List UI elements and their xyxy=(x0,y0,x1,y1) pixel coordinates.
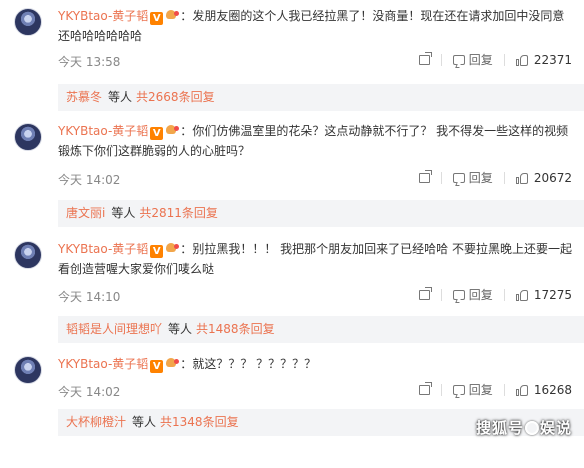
separator: ： xyxy=(180,242,193,256)
reply-preview[interactable]: 苏慕冬 等人 共2668条回复 xyxy=(58,84,584,111)
comment-text-line2: 看创造营喔大家爱你们唛么哒 xyxy=(58,262,215,276)
verified-badge-icon: V xyxy=(150,360,164,373)
divider xyxy=(503,383,505,396)
comment-icon[interactable] xyxy=(452,54,465,65)
reply-total-link[interactable]: 共1488条回复 xyxy=(196,322,275,336)
comment-text-line1: 你们仿佛温室里的花朵？这点动静就不行了？ 我不得发一些这样的视频 xyxy=(192,124,569,138)
reply-user[interactable]: 唐文丽i xyxy=(66,206,105,220)
comment-icon[interactable] xyxy=(452,172,465,183)
avatar[interactable] xyxy=(14,123,42,151)
watermark-text: 说 xyxy=(555,419,572,437)
reply-etc: 等人 xyxy=(168,322,193,336)
watermark-text: 搜狐号 xyxy=(475,419,524,437)
divider xyxy=(440,383,442,396)
comment-actions: 回复 16268 xyxy=(418,381,572,398)
comment-text-line1: 就这？？？ ？？？？？ xyxy=(192,357,317,371)
comment-text-line2: 锻炼下你们这群脆弱的人的心脏吗？ xyxy=(58,144,251,158)
separator: ： xyxy=(180,357,193,371)
like-count: 20672 xyxy=(533,170,572,185)
reply-button[interactable]: 回复 xyxy=(469,286,493,303)
share-icon[interactable] xyxy=(418,169,432,183)
like-count: 22371 xyxy=(533,52,572,67)
like-count: 17275 xyxy=(533,287,572,302)
avatar[interactable] xyxy=(14,8,42,36)
thumbs-up-icon[interactable] xyxy=(515,54,528,66)
divider xyxy=(440,288,442,301)
share-icon[interactable] xyxy=(418,381,432,395)
thumbs-up-icon[interactable] xyxy=(515,172,528,184)
verified-badge-icon: V xyxy=(150,245,164,258)
comment-actions: 回复 22371 xyxy=(418,51,572,68)
comment-text-line2: 还哈哈哈哈哈哈 xyxy=(58,29,143,43)
verified-badge-icon: V xyxy=(150,12,164,25)
comment-time: 今天 14:10 xyxy=(58,290,121,304)
divider xyxy=(440,53,442,66)
author-name[interactable]: YKYBtao-黄子韬 xyxy=(58,124,148,138)
comment-icon[interactable] xyxy=(452,289,465,300)
comment-item: YKYBtao-黄子韬 V ：就这？？？ ？？？？？ 今天 14:02 回复 1626… xyxy=(0,356,584,468)
reply-total-link[interactable]: 共2668条回复 xyxy=(136,90,215,104)
fan-badge-icon xyxy=(165,241,180,254)
verified-badge-icon: V xyxy=(150,127,164,140)
author-name[interactable]: YKYBtao-黄子韬 xyxy=(58,9,148,23)
comment-item: YKYBtao-黄子韬 V ：别拉黑我！！！ 我把那个朋友加回来了已经哈哈 不要拉黑… xyxy=(0,241,584,353)
divider xyxy=(503,171,505,184)
watermark: 搜狐号 娱说 xyxy=(476,417,572,438)
divider xyxy=(440,171,442,184)
avatar[interactable] xyxy=(14,356,42,384)
reply-preview[interactable]: 唐文丽i 等人 共2811条回复 xyxy=(58,200,584,227)
comment-text-line1: 别拉黑我！！！ 我把那个朋友加回来了已经哈哈 不要拉黑晚上还要一起 xyxy=(192,242,572,256)
thumbs-up-icon[interactable] xyxy=(515,289,528,301)
reply-etc: 等人 xyxy=(108,90,133,104)
divider xyxy=(503,288,505,301)
thumbs-up-icon[interactable] xyxy=(515,384,528,396)
fan-badge-icon xyxy=(165,356,180,369)
watermark-text: 娱 xyxy=(539,419,556,437)
comment-body: YKYBtao-黄子韬 V ：你们仿佛温室里的花朵？这点动静就不行了？ 我不得发一些… xyxy=(58,121,574,161)
comment-time: 今天 13:58 xyxy=(58,55,121,69)
comment-time: 今天 14:02 xyxy=(58,385,121,399)
reply-button[interactable]: 回复 xyxy=(469,381,493,398)
comment-item: YKYBtao-黄子韬 V ：你们仿佛温室里的花朵？这点动静就不行了？ 我不得发一些… xyxy=(0,123,584,235)
reply-preview[interactable]: 韬韬是人间理想吖 等人 共1488条回复 xyxy=(58,316,584,343)
author-name[interactable]: YKYBtao-黄子韬 xyxy=(58,357,148,371)
divider xyxy=(503,53,505,66)
watermark-at-icon xyxy=(524,421,539,435)
separator: ： xyxy=(180,9,193,23)
reply-total-link[interactable]: 共2811条回复 xyxy=(139,206,218,220)
comment-body: YKYBtao-黄子韬 V ：就这？？？ ？？？？？ xyxy=(58,354,574,374)
share-icon[interactable] xyxy=(418,286,432,300)
comment-text-line1: 发朋友圈的这个人我已经拉黑了！没商量！现在还在请求加回中没同意 xyxy=(192,9,565,23)
reply-button[interactable]: 回复 xyxy=(469,169,493,186)
reply-button[interactable]: 回复 xyxy=(469,51,493,68)
like-count: 16268 xyxy=(533,382,572,397)
author-name[interactable]: YKYBtao-黄子韬 xyxy=(58,242,148,256)
reply-etc: 等人 xyxy=(132,415,157,429)
reply-user[interactable]: 苏慕冬 xyxy=(66,90,102,104)
comment-icon[interactable] xyxy=(452,384,465,395)
comment-time: 今天 14:02 xyxy=(58,173,121,187)
separator: ： xyxy=(180,124,193,138)
comment-body: YKYBtao-黄子韬 V ：别拉黑我！！！ 我把那个朋友加回来了已经哈哈 不要拉黑… xyxy=(58,239,574,279)
comment-item: YKYBtao-黄子韬 V ：发朋友圈的这个人我已经拉黑了！没商量！现在还在请求加回… xyxy=(0,8,584,120)
comment-actions: 回复 20672 xyxy=(418,169,572,186)
reply-user[interactable]: 韬韬是人间理想吖 xyxy=(66,322,162,336)
reply-total-link[interactable]: 共1348条回复 xyxy=(160,415,239,429)
avatar[interactable] xyxy=(14,241,42,269)
comment-body: YKYBtao-黄子韬 V ：发朋友圈的这个人我已经拉黑了！没商量！现在还在请求加回… xyxy=(58,6,574,46)
fan-badge-icon xyxy=(165,123,180,136)
comment-actions: 回复 17275 xyxy=(418,286,572,303)
reply-user[interactable]: 大杯柳橙汁 xyxy=(66,415,126,429)
reply-etc: 等人 xyxy=(111,206,136,220)
fan-badge-icon xyxy=(165,8,180,21)
share-icon[interactable] xyxy=(418,51,432,65)
